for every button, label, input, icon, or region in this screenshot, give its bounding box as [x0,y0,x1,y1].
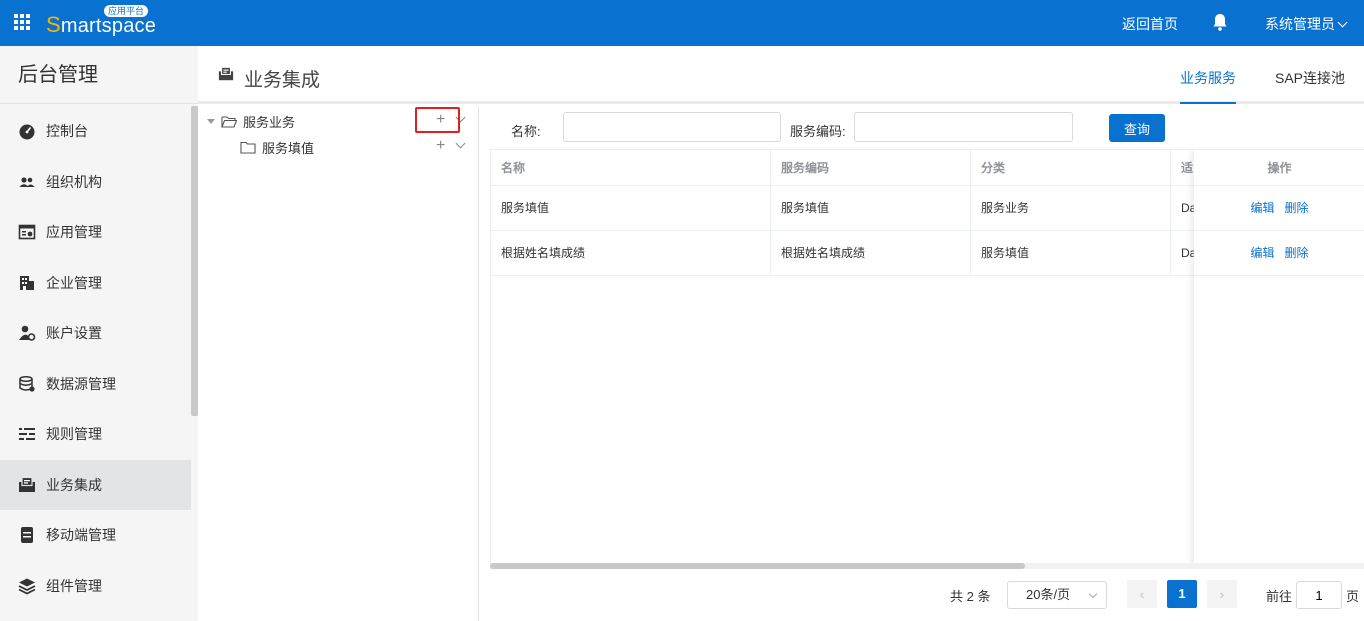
column-header-actions: 操作 [1194,150,1364,186]
sidebar-item-enterprise[interactable]: 企业管理 [0,258,191,309]
sidebar-item-account[interactable]: 账户设置 [0,308,191,359]
sidebar-item-rules[interactable]: 规则管理 [0,409,191,460]
cell-category: 服务业务 [971,186,1171,231]
edit-link[interactable]: 编辑 [1250,201,1274,215]
tree-node-label: 服务填值 [262,141,315,156]
prev-page-button[interactable]: ‹ [1127,580,1157,608]
chevron-down-icon [1088,589,1098,599]
app-grid-icon[interactable] [14,14,30,30]
service-code-label: 服务编码: [790,124,846,139]
sidebar-title: 后台管理 [0,46,198,104]
users-icon [19,177,35,187]
chevron-down-icon [1337,17,1348,28]
top-bar: Smartspace 应用平台 返回首页 系统管理员 [0,0,1364,46]
column-header-name[interactable]: 名称 [491,150,771,186]
sidebar-item-integration[interactable]: 业务集成 [0,459,191,510]
caret-down-icon[interactable] [207,119,215,124]
user-settings-icon [19,325,36,342]
page-number-current[interactable]: 1 [1167,580,1197,608]
home-link[interactable]: 返回首页 [1122,14,1178,34]
next-page-button[interactable]: › [1207,580,1237,608]
page-suffix: 页 [1346,589,1360,604]
add-node-button[interactable]: + [436,111,445,129]
integration-icon [19,476,35,492]
sidebar-scrollbar[interactable] [191,106,198,416]
edit-link[interactable]: 编辑 [1250,246,1274,260]
integration-icon [218,66,234,81]
sidebar-item-label: 组织机构 [46,173,102,190]
cell-category: 服务填值 [971,231,1171,276]
category-tree [198,107,479,621]
cell-code: 根据姓名填成绩 [771,231,971,276]
sidebar-menu: 控制台 组织机构 应用管理 企业管理 账户设置 数据源管理 规则管理 业务集成 [0,106,191,611]
delete-link[interactable]: 删除 [1285,246,1309,260]
sidebar-item-label: 控制台 [46,123,88,140]
goto-label: 前往 [1266,589,1293,604]
app-settings-icon [18,224,36,240]
query-button[interactable]: 查询 [1109,114,1165,142]
sidebar-item-label: 企业管理 [46,274,102,291]
sidebar: 后台管理 控制台 组织机构 应用管理 企业管理 账户设置 数据源管理 规则管理 [0,46,198,621]
tree-node-root[interactable]: 服务业务 [207,112,295,131]
mobile-icon [21,527,33,544]
page-size-value: 20条/页 [1026,587,1071,602]
page-header: 业务集成 业务服务 SAP连接池 [198,46,1364,104]
name-input[interactable] [563,112,781,142]
sidebar-item-label: 移动端管理 [46,527,116,544]
building-icon [20,275,34,290]
folder-icon [240,141,256,154]
sidebar-item-label: 应用管理 [46,224,102,241]
cell-name: 服务填值 [491,186,771,231]
sidebar-item-label: 数据源管理 [46,375,116,392]
column-header-category[interactable]: 分类 [971,150,1171,186]
sidebar-item-label: 组件管理 [46,577,102,594]
sidebar-item-datasource[interactable]: 数据源管理 [0,359,191,410]
sliders-icon [19,428,35,441]
sidebar-item-mobile[interactable]: 移动端管理 [0,510,191,561]
column-header-code[interactable]: 服务编码 [771,150,971,186]
user-name: 系统管理员 [1265,16,1335,32]
logo-badge: 应用平台 [104,5,149,17]
sidebar-item-components[interactable]: 组件管理 [0,561,191,612]
delete-link[interactable]: 删除 [1285,201,1309,215]
add-node-button[interactable]: + [436,137,445,155]
row-actions: 编辑 删除 [1194,231,1364,276]
row-actions: 编辑 删除 [1194,186,1364,231]
page-title: 业务集成 [244,70,321,91]
goto-page-input[interactable] [1296,581,1342,609]
cell-name: 根据姓名填成绩 [491,231,771,276]
cell-code: 服务填值 [771,186,971,231]
tree-node-child[interactable]: 服务填值 [240,138,314,157]
sidebar-item-organization[interactable]: 组织机构 [0,157,191,208]
total-count: 共 2 条 [950,589,991,604]
actions-column: 操作 编辑 删除 编辑 删除 [1194,150,1364,567]
sidebar-item-apps[interactable]: 应用管理 [0,207,191,258]
sidebar-item-label: 规则管理 [46,426,102,443]
sidebar-item-label: 业务集成 [46,476,102,493]
service-code-input[interactable] [854,112,1073,142]
horizontal-scrollbar[interactable] [490,563,1025,569]
sidebar-item-label: 账户设置 [46,325,102,342]
service-table: 名称 服务编码 分类 适 服务填值 服务填值 服务业务 Da 根据姓名填成绩 根… [490,149,1364,568]
page-size-select[interactable]: 20条/页 [1007,581,1107,609]
tab-business-service[interactable]: 业务服务 [1180,68,1236,88]
folder-open-icon [221,116,237,128]
user-menu[interactable]: 系统管理员 [1265,14,1348,34]
layers-icon [18,578,36,595]
tab-sap-pool[interactable]: SAP连接池 [1275,68,1345,88]
active-tab-indicator [1180,102,1236,104]
name-label: 名称: [511,124,541,139]
dashboard-icon [19,124,35,140]
tree-node-label: 服务业务 [243,115,296,130]
sidebar-item-console[interactable]: 控制台 [0,106,191,157]
bell-icon[interactable] [1212,13,1228,31]
database-icon [19,375,35,392]
